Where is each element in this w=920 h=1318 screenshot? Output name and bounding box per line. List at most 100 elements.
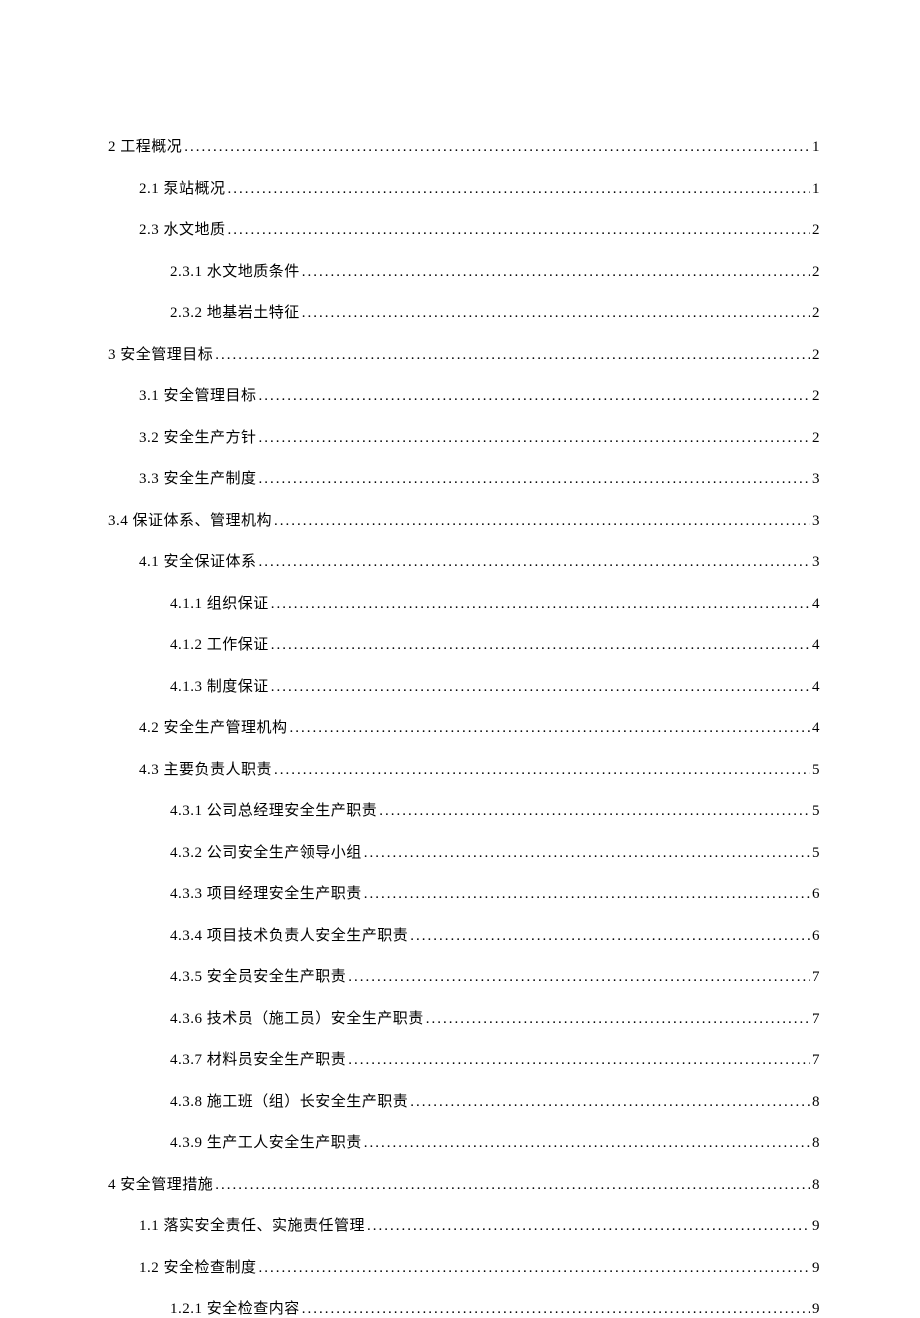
toc-entry: 4.3.8 施工班（组）长安全生产职责.....................… [108, 1090, 820, 1111]
toc-label: 4.1.2 工作保证 [170, 633, 269, 654]
toc-entry: 4.1.1 组织保证..............................… [108, 592, 820, 613]
toc-dots: ........................................… [362, 1135, 810, 1152]
toc-page: 2 [810, 347, 820, 364]
toc-page: 2 [810, 430, 820, 447]
toc-label: 1.1 落实安全责任、实施责任管理 [139, 1214, 365, 1235]
toc-label: 4.1 安全保证体系 [139, 550, 257, 571]
toc-label: 1.2.1 安全检查内容 [170, 1297, 300, 1318]
toc-entry: 4.1.3 制度保证..............................… [108, 675, 820, 696]
toc-page: 4 [810, 637, 820, 654]
toc-label: 4.3.3 项目经理安全生产职责 [170, 882, 362, 903]
toc-dots: ........................................… [346, 1052, 810, 1069]
toc-page: 6 [810, 928, 820, 945]
toc-entry: 2.1 泵站概况................................… [108, 177, 820, 198]
toc-page: 4 [810, 679, 820, 696]
toc-page: 2 [810, 222, 820, 239]
toc-entry: 1.2.1 安全检查内容............................… [108, 1297, 820, 1318]
toc-label: 2.3 水文地质 [139, 218, 226, 239]
toc-entry: 3.4 保证体系、管理机构...........................… [108, 509, 820, 530]
toc-dots: ........................................… [300, 305, 810, 322]
toc-page: 5 [810, 803, 820, 820]
toc-label: 4 安全管理措施 [108, 1173, 213, 1194]
toc-dots: ........................................… [424, 1011, 810, 1028]
toc-dots: ........................................… [346, 969, 810, 986]
toc-label: 3.1 安全管理目标 [139, 384, 257, 405]
toc-entry: 4.3.9 生产工人安全生产职责........................… [108, 1131, 820, 1152]
toc-page: 7 [810, 969, 820, 986]
toc-dots: ........................................… [362, 886, 810, 903]
toc-label: 4.3 主要负责人职责 [139, 758, 272, 779]
toc-label: 4.3.4 项目技术负责人安全生产职责 [170, 924, 408, 945]
toc-label: 4.1.1 组织保证 [170, 592, 269, 613]
toc-page: 8 [810, 1135, 820, 1152]
toc-entry: 4.3.5 安全员安全生产职责.........................… [108, 965, 820, 986]
toc-label: 2.3.1 水文地质条件 [170, 260, 300, 281]
toc-page: 8 [810, 1094, 820, 1111]
toc-dots: ........................................… [269, 679, 810, 696]
toc-page: 3 [810, 554, 820, 571]
toc-dots: ........................................… [257, 388, 810, 405]
toc-dots: ........................................… [365, 1218, 810, 1235]
toc-dots: ........................................… [213, 1177, 810, 1194]
toc-entry: 4.3.6 技术员（施工员）安全生产职责....................… [108, 1007, 820, 1028]
toc-page: 5 [810, 845, 820, 862]
toc-entry: 4 安全管理措施................................… [108, 1173, 820, 1194]
toc-dots: ........................................… [300, 264, 810, 281]
toc-entry: 4.3.4 项目技术负责人安全生产职责.....................… [108, 924, 820, 945]
toc-label: 4.3.1 公司总经理安全生产职责 [170, 799, 377, 820]
toc-page: 8 [810, 1177, 820, 1194]
toc-dots: ........................................… [272, 762, 810, 779]
toc-page: 5 [810, 762, 820, 779]
toc-label: 4.3.2 公司安全生产领导小组 [170, 841, 362, 862]
toc-page: 4 [810, 596, 820, 613]
toc-entry: 4.3.2 公司安全生产领导小组........................… [108, 841, 820, 862]
toc-entry: 4.3.1 公司总经理安全生产职责.......................… [108, 799, 820, 820]
toc-label: 4.3.5 安全员安全生产职责 [170, 965, 346, 986]
toc-page: 4 [810, 720, 820, 737]
toc-dots: ........................................… [288, 720, 810, 737]
toc-label: 3.4 保证体系、管理机构 [108, 509, 272, 530]
toc-dots: ........................................… [226, 181, 810, 198]
toc-dots: ........................................… [182, 139, 810, 156]
toc-dots: ........................................… [257, 554, 810, 571]
toc-label: 4.3.9 生产工人安全生产职责 [170, 1131, 362, 1152]
toc-page: 2 [810, 264, 820, 281]
toc-entry: 3.3 安全生产制度..............................… [108, 467, 820, 488]
toc-label: 3.2 安全生产方针 [139, 426, 257, 447]
toc-label: 4.3.7 材料员安全生产职责 [170, 1048, 346, 1069]
toc-page: 7 [810, 1011, 820, 1028]
toc-dots: ........................................… [269, 637, 810, 654]
toc-dots: ........................................… [257, 1260, 810, 1277]
toc-dots: ........................................… [257, 471, 810, 488]
toc-entry: 2 工程概况..................................… [108, 135, 820, 156]
toc-entry: 3.1 安全管理目标..............................… [108, 384, 820, 405]
toc-page: 1 [810, 181, 820, 198]
toc-page: 1 [810, 139, 820, 156]
toc-dots: ........................................… [226, 222, 810, 239]
toc-label: 2.1 泵站概况 [139, 177, 226, 198]
toc-label: 2 工程概况 [108, 135, 182, 156]
toc-dots: ........................................… [408, 928, 810, 945]
table-of-contents: 2 工程概况..................................… [108, 135, 820, 1318]
toc-page: 9 [810, 1218, 820, 1235]
toc-page: 6 [810, 886, 820, 903]
toc-dots: ........................................… [300, 1301, 810, 1318]
toc-dots: ........................................… [362, 845, 810, 862]
toc-entry: 1.2 安全检查制度..............................… [108, 1256, 820, 1277]
toc-entry: 4.2 安全生产管理机构............................… [108, 716, 820, 737]
toc-dots: ........................................… [257, 430, 810, 447]
toc-page: 3 [810, 513, 820, 530]
toc-entry: 4.1.2 工作保证..............................… [108, 633, 820, 654]
toc-dots: ........................................… [269, 596, 810, 613]
toc-page: 2 [810, 305, 820, 322]
toc-dots: ........................................… [408, 1094, 810, 1111]
toc-label: 4.1.3 制度保证 [170, 675, 269, 696]
toc-label: 4.2 安全生产管理机构 [139, 716, 288, 737]
toc-dots: ........................................… [272, 513, 810, 530]
toc-entry: 4.1 安全保证体系..............................… [108, 550, 820, 571]
toc-entry: 4.3.7 材料员安全生产职责.........................… [108, 1048, 820, 1069]
toc-label: 2.3.2 地基岩土特征 [170, 301, 300, 322]
toc-label: 3 安全管理目标 [108, 343, 213, 364]
toc-page: 7 [810, 1052, 820, 1069]
toc-entry: 3.2 安全生产方针..............................… [108, 426, 820, 447]
